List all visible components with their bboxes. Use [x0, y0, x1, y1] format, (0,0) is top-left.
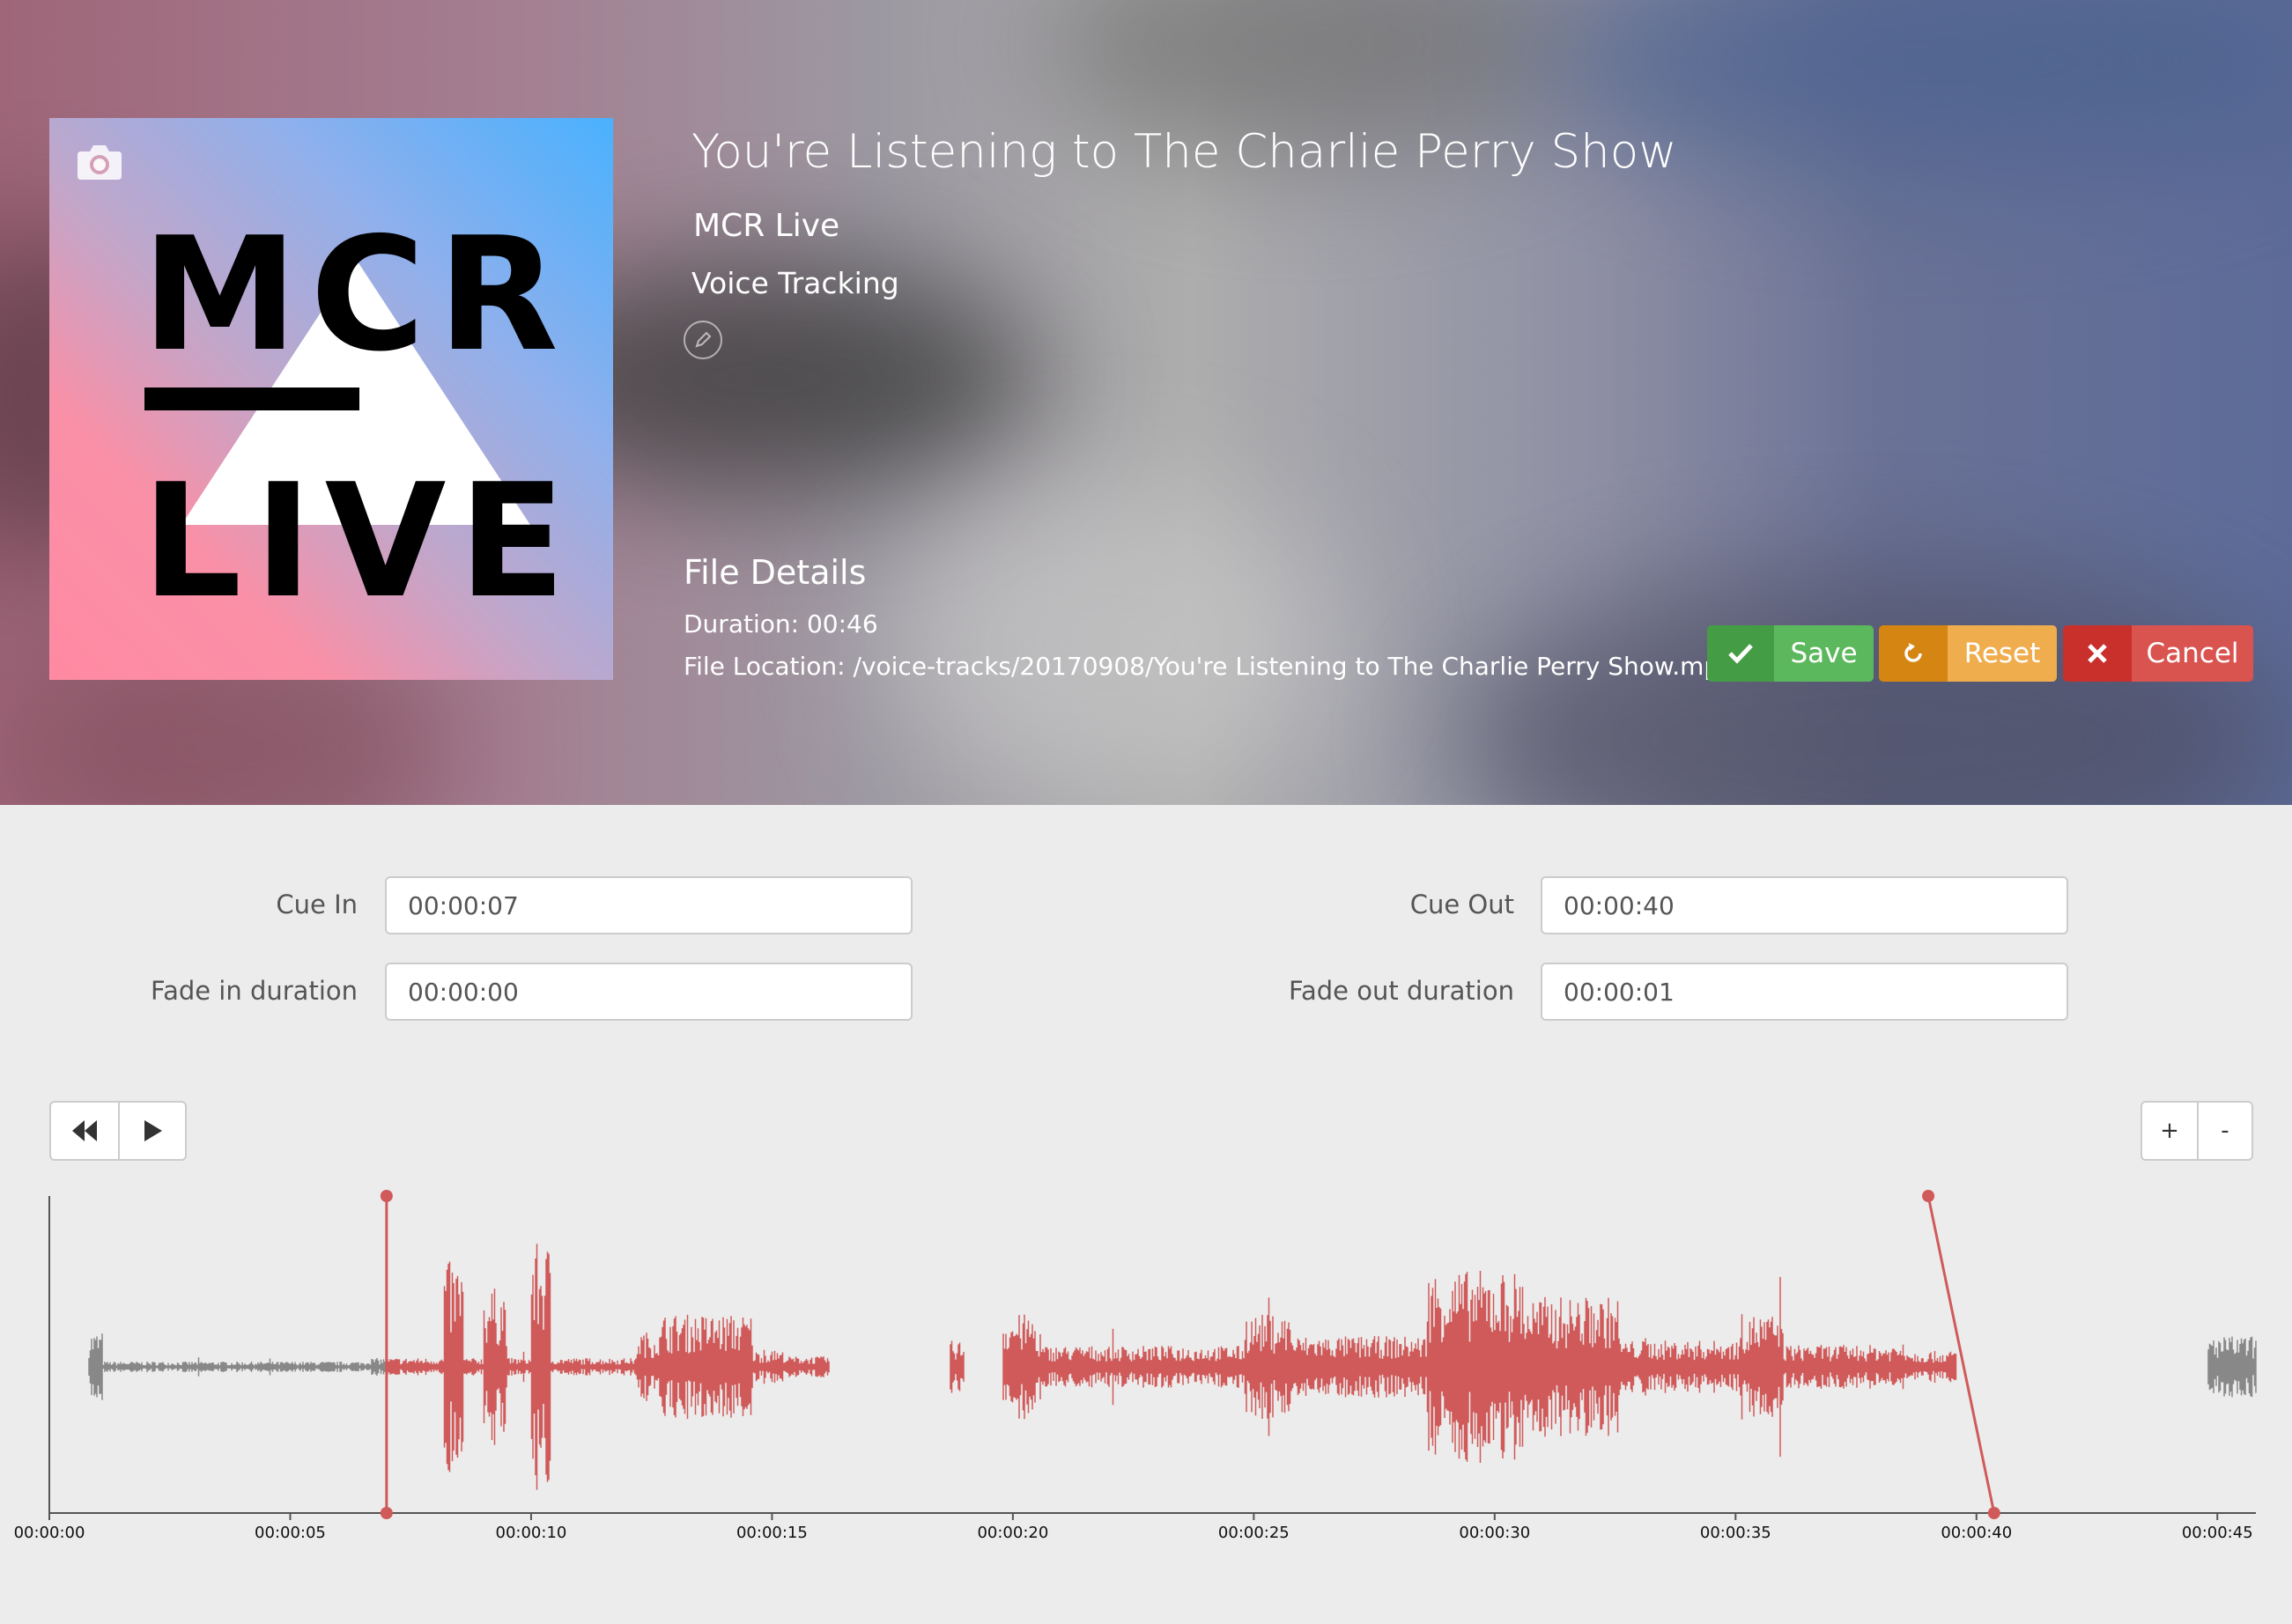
artwork-logo-bottom: LIVE	[142, 450, 579, 632]
tick-label: 00:00:15	[736, 1524, 808, 1542]
fade-in-input[interactable]	[385, 963, 913, 1021]
zoom-out-button[interactable]: -	[2197, 1103, 2251, 1159]
save-button[interactable]: Save	[1707, 625, 1874, 682]
tick-label: 00:00:30	[1459, 1524, 1530, 1542]
close-icon	[2088, 644, 2107, 663]
fade-in-label: Fade in duration	[151, 976, 358, 1006]
cue-out-input[interactable]	[1541, 876, 2068, 934]
artwork-logo-bar	[144, 388, 359, 410]
tick-label: 00:00:35	[1700, 1524, 1771, 1542]
check-icon	[1728, 644, 1753, 664]
track-header: MCR LIVE You're Listening to The Charlie…	[0, 0, 2292, 805]
file-details-heading: File Details	[684, 553, 867, 592]
cue-in-input[interactable]	[385, 876, 913, 934]
tick-label: 00:00:40	[1941, 1524, 2012, 1542]
rewind-button[interactable]	[51, 1103, 118, 1159]
play-icon	[144, 1120, 162, 1141]
rewind-icon	[72, 1120, 97, 1141]
reset-label: Reset	[1948, 625, 2057, 682]
fade-out-label: Fade out duration	[1288, 976, 1514, 1006]
reset-button[interactable]: Reset	[1879, 625, 2057, 682]
waveform-editor[interactable]: 00:00:00 00:00:05 00:00:10 00:00:15 00:00:20…	[0, 1180, 2292, 1559]
waveform-active	[387, 1244, 1957, 1490]
track-title: You're Listening to The Charlie Perry Sh…	[691, 125, 1677, 179]
fade-out-handle	[1922, 1190, 1935, 1202]
track-category: Voice Tracking	[691, 266, 899, 300]
tick-label: 00:00:25	[1218, 1524, 1290, 1542]
cue-out-label: Cue Out	[1409, 890, 1514, 919]
refresh-icon	[1904, 643, 1922, 662]
station-name: MCR Live	[693, 208, 840, 244]
transport-controls	[49, 1101, 187, 1161]
pencil-icon	[695, 331, 712, 348]
zoom-controls: + -	[2140, 1101, 2253, 1161]
artwork-logo-top: MCR	[142, 203, 571, 386]
cue-in-handle-bottom	[380, 1507, 393, 1519]
fade-out-line	[1926, 1195, 1996, 1514]
zoom-in-button[interactable]: +	[2142, 1103, 2197, 1159]
cancel-label: Cancel	[2132, 625, 2253, 682]
camera-icon[interactable]	[76, 143, 123, 181]
file-duration: Duration: 00:46	[684, 609, 878, 639]
save-label: Save	[1774, 625, 1874, 682]
cue-out-handle	[1987, 1507, 2000, 1519]
tick-label: 00:00:10	[496, 1524, 567, 1542]
album-artwork: MCR LIVE	[49, 118, 613, 680]
cue-in-handle-top	[380, 1190, 393, 1202]
edit-button[interactable]	[684, 321, 722, 359]
fade-out-input[interactable]	[1541, 963, 2068, 1021]
tick-label: 00:00:05	[255, 1524, 326, 1542]
tick-label: 00:00:45	[2182, 1524, 2253, 1542]
tick-label: 00:00:20	[977, 1524, 1048, 1542]
file-location: File Location: /voice-tracks/20170908/Yo…	[684, 652, 1735, 681]
tick-label: 00:00:00	[14, 1524, 85, 1542]
cue-in-label: Cue In	[276, 890, 358, 919]
play-button[interactable]	[118, 1103, 185, 1159]
cancel-button[interactable]: Cancel	[2063, 625, 2253, 682]
